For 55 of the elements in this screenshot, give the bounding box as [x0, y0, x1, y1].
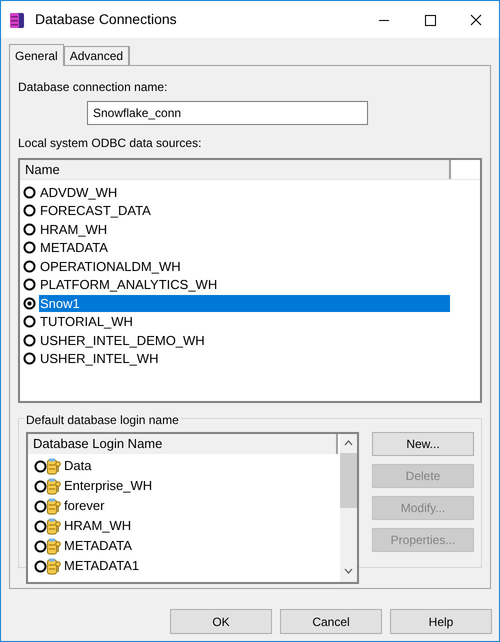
- radio-button[interactable]: [23, 296, 36, 310]
- dialog-button[interactable]: Help: [390, 609, 492, 634]
- radio-button[interactable]: [34, 560, 47, 572]
- data-source-item[interactable]: TUTORIAL_WH: [39, 313, 134, 330]
- login-name-item[interactable]: HRAM_WH: [64, 516, 132, 536]
- radio-button[interactable]: [34, 520, 47, 532]
- radio-button[interactable]: [23, 241, 36, 254]
- radio-button[interactable]: [23, 334, 36, 347]
- login-name-item[interactable]: Enterprise_WH: [64, 476, 152, 496]
- radio-button[interactable]: [34, 540, 47, 552]
- login-name-item[interactable]: Data: [64, 456, 92, 476]
- radio-button[interactable]: [34, 500, 47, 512]
- radio-button[interactable]: [23, 222, 36, 236]
- radio-button[interactable]: [23, 352, 36, 366]
- radio-button[interactable]: [23, 204, 36, 218]
- database-icon: [10, 10, 24, 28]
- radio-button[interactable]: [23, 315, 36, 328]
- field-label: Database connection name:: [18, 79, 168, 96]
- radio-button[interactable]: [23, 260, 36, 273]
- data-source-item[interactable]: METADATA: [39, 239, 109, 256]
- radio-button[interactable]: [23, 186, 36, 199]
- database-key-icon: [47, 518, 61, 534]
- data-source-item[interactable]: USHER_INTEL_WH: [39, 350, 160, 368]
- data-source-item[interactable]: OPERATIONALDM_WH: [39, 258, 182, 275]
- connection-name-field[interactable]: Snowflake_conn: [87, 101, 368, 125]
- dialog-button[interactable]: OK: [170, 609, 272, 634]
- database-key-icon: [47, 558, 61, 574]
- data-source-item[interactable]: Snow1: [39, 294, 450, 312]
- dialog-button[interactable]: Cancel: [280, 609, 382, 634]
- field-label: Local system ODBC data sources:: [18, 135, 202, 152]
- data-source-item[interactable]: ADVDW_WH: [39, 184, 118, 201]
- radio-button[interactable]: [34, 480, 47, 492]
- column-header[interactable]: Database Login Name: [28, 434, 338, 454]
- database-key-icon: [47, 458, 61, 474]
- login-name-item[interactable]: forever: [64, 496, 104, 516]
- scrollbar-thumb[interactable]: [340, 453, 357, 508]
- scroll-up-icon[interactable]: [344, 440, 353, 446]
- database-key-icon: [47, 538, 61, 554]
- tab[interactable]: General: [9, 44, 64, 66]
- radio-button[interactable]: [23, 278, 36, 292]
- window-title: Database Connections: [35, 10, 177, 29]
- data-source-item[interactable]: PLATFORM_ANALYTICS_WH: [39, 276, 218, 294]
- data-source-item[interactable]: FORECAST_DATA: [39, 202, 152, 220]
- data-source-item[interactable]: USHER_INTEL_DEMO_WH: [39, 332, 206, 349]
- scrollbar[interactable]: [340, 434, 357, 582]
- tab[interactable]: Advanced: [64, 46, 130, 65]
- radio-button[interactable]: [34, 460, 47, 472]
- database-key-icon: [47, 478, 61, 494]
- scroll-down-icon[interactable]: [344, 568, 353, 574]
- database-key-icon: [47, 498, 61, 514]
- action-button[interactable]: New...: [372, 432, 474, 456]
- login-name-item[interactable]: METADATA: [64, 536, 132, 556]
- column-header[interactable]: Name: [20, 160, 451, 179]
- login-name-item[interactable]: METADATA1: [64, 556, 140, 576]
- data-source-item[interactable]: HRAM_WH: [39, 220, 108, 238]
